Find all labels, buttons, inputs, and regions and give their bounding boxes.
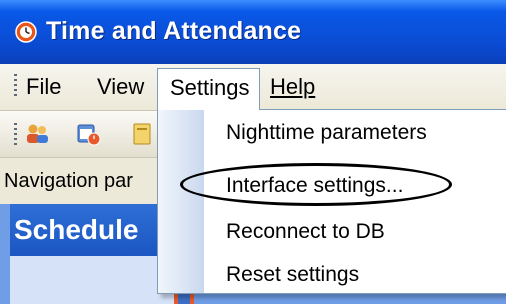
- menu-view[interactable]: View: [97, 64, 144, 110]
- toolbar-grip-icon[interactable]: [14, 123, 17, 145]
- menu-view-label: View: [97, 74, 145, 99]
- menu-file-label: File: [26, 74, 62, 99]
- menu-settings[interactable]: Settings: [157, 68, 260, 110]
- title-bar[interactable]: Time and Attendance: [0, 0, 506, 64]
- users-icon[interactable]: [24, 121, 50, 147]
- app-window: Time and Attendance File View Settings H…: [0, 0, 506, 304]
- menu-help-label: Help: [270, 74, 316, 99]
- document-icon[interactable]: [130, 121, 152, 147]
- menu-bar: File View Settings Help: [0, 64, 506, 111]
- menu-icon-strip: [158, 110, 204, 293]
- window-title: Time and Attendance: [46, 17, 302, 45]
- menubar-grip-icon[interactable]: [14, 74, 17, 96]
- schedule-clock-icon[interactable]: [76, 121, 102, 147]
- schedule-section-title: Schedule: [14, 214, 139, 245]
- schedule-section-body: [10, 256, 180, 304]
- menu-item-reconnect-to-db[interactable]: Reconnect to DB: [226, 220, 385, 244]
- menu-item-reset-settings[interactable]: Reset settings: [226, 263, 359, 287]
- settings-dropdown-menu: Nighttime parameters Interface settings.…: [157, 109, 506, 294]
- clock-icon: [15, 21, 37, 43]
- menu-file[interactable]: File: [26, 64, 61, 110]
- menu-settings-label: Settings: [170, 75, 250, 100]
- menu-item-interface-settings[interactable]: Interface settings...: [226, 174, 403, 198]
- navigation-panel-label: Navigation par: [4, 170, 133, 192]
- menu-help[interactable]: Help: [270, 64, 315, 110]
- menu-item-nighttime-parameters[interactable]: Nighttime parameters: [226, 121, 427, 145]
